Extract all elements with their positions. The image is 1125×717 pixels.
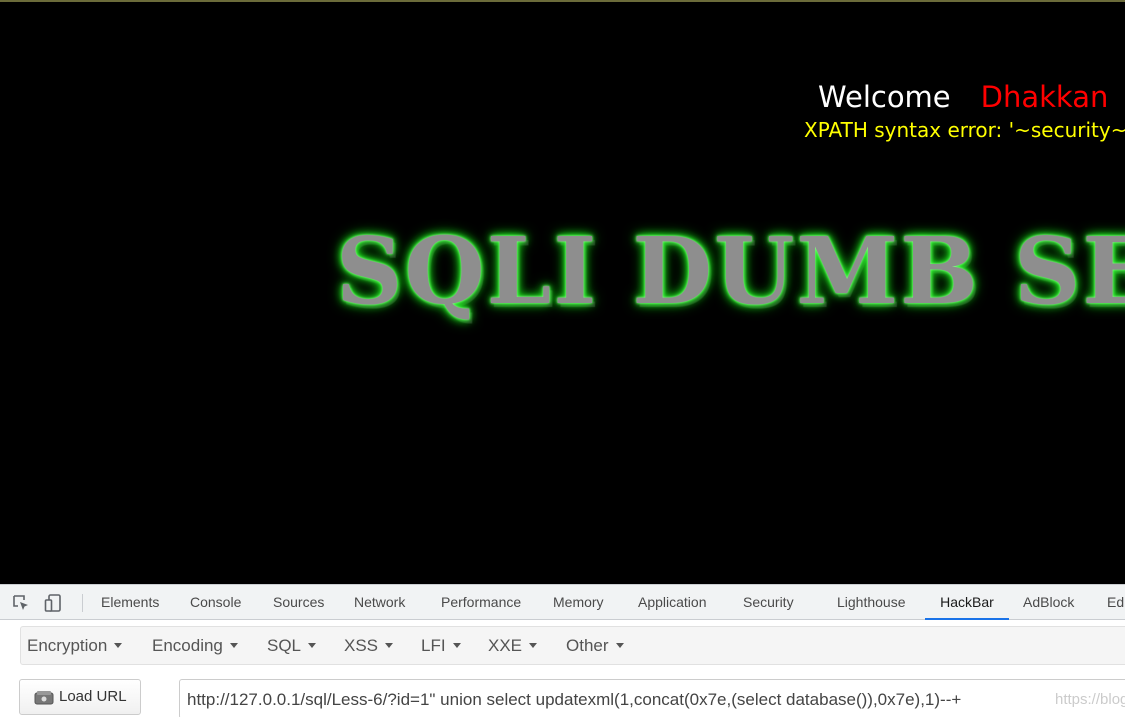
caret-down-icon	[529, 643, 538, 649]
menu-encryption-label: Encryption	[27, 636, 108, 655]
load-url-label: Load URL	[59, 688, 127, 705]
menu-xxe-label: XXE	[488, 636, 523, 655]
hackbar-panel: Encryption Encoding SQL XSS LFI XXE Othe…	[0, 620, 1125, 717]
inspect-element-icon[interactable]	[11, 593, 31, 613]
devtools-panel: Elements Console Sources Network Perform…	[0, 584, 1125, 717]
tab-hackbar[interactable]: HackBar	[925, 585, 1009, 620]
menu-sql[interactable]: SQL	[267, 627, 317, 665]
username-text: Dhakkan	[980, 80, 1109, 114]
url-input[interactable]: http://127.0.0.1/sql/Less-6/?id=1" union…	[179, 679, 1125, 717]
menu-lfi[interactable]: LFI	[421, 627, 461, 665]
tab-editor-truncated[interactable]: Edi	[1107, 585, 1125, 620]
device-toolbar-icon[interactable]	[44, 593, 64, 613]
tab-performance[interactable]: Performance	[441, 585, 521, 620]
tab-lighthouse[interactable]: Lighthouse	[837, 585, 906, 620]
tab-application[interactable]: Application	[638, 585, 707, 620]
welcome-text: Welcome	[818, 80, 951, 114]
menu-xss-label: XSS	[344, 636, 379, 655]
tab-security[interactable]: Security	[743, 585, 794, 620]
url-input-value: http://127.0.0.1/sql/Less-6/?id=1" union…	[187, 690, 962, 709]
caret-down-icon	[114, 643, 123, 649]
menu-xss[interactable]: XSS	[344, 627, 394, 665]
menu-encoding-label: Encoding	[152, 636, 223, 655]
load-url-icon	[34, 691, 54, 705]
tabbar-separator	[82, 594, 83, 612]
welcome-line: Welcome Dhakkan	[818, 80, 1108, 114]
menu-encryption[interactable]: Encryption	[27, 627, 123, 665]
caret-down-icon	[385, 643, 394, 649]
caret-down-icon	[615, 643, 624, 649]
menu-sql-label: SQL	[267, 636, 302, 655]
tab-adblock[interactable]: AdBlock	[1023, 585, 1074, 620]
menu-xxe[interactable]: XXE	[488, 627, 538, 665]
caret-down-icon	[452, 643, 461, 649]
tab-console[interactable]: Console	[190, 585, 241, 620]
error-message: XPATH syntax error: '~security~'	[804, 118, 1125, 142]
hackbar-menu-bar: Encryption Encoding SQL XSS LFI XXE Othe…	[20, 626, 1125, 665]
tab-network[interactable]: Network	[354, 585, 405, 620]
caret-down-icon	[308, 643, 317, 649]
devtools-tabbar: Elements Console Sources Network Perform…	[0, 584, 1125, 620]
load-url-button[interactable]: Load URL	[19, 679, 141, 715]
tab-sources[interactable]: Sources	[273, 585, 324, 620]
menu-lfi-label: LFI	[421, 636, 446, 655]
menu-encoding[interactable]: Encoding	[152, 627, 238, 665]
watermark-text: https://blog.csdn.net/qq_51923959	[1055, 691, 1125, 708]
menu-other-label: Other	[566, 636, 609, 655]
page-viewport: Welcome Dhakkan XPATH syntax error: '~sec…	[0, 2, 1125, 584]
tab-memory[interactable]: Memory	[553, 585, 604, 620]
caret-down-icon	[229, 643, 238, 649]
tab-elements[interactable]: Elements	[101, 585, 159, 620]
menu-other[interactable]: Other	[566, 627, 624, 665]
sqli-banner-logo: SQLI DUMB SERIES	[336, 217, 1125, 325]
